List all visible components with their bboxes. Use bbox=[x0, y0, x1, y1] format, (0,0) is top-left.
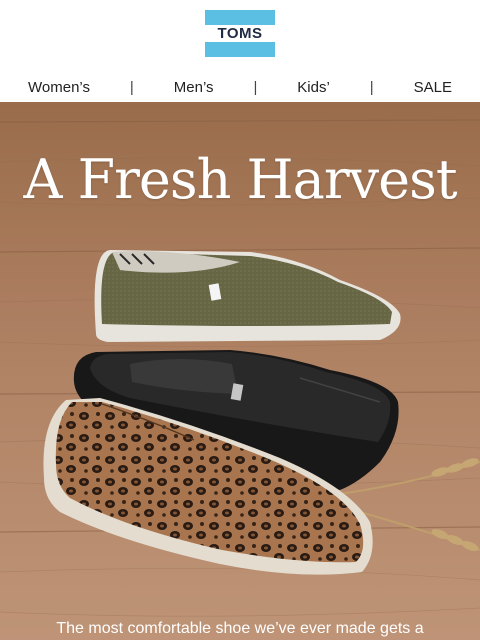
nav-separator: | bbox=[253, 78, 258, 96]
hero-title: A Fresh Harvest bbox=[23, 148, 457, 211]
nav-separator: | bbox=[369, 78, 374, 96]
nav-item-men[interactable]: Men’s bbox=[174, 79, 214, 96]
email-header: TOMS bbox=[0, 0, 480, 72]
main-nav: Women’s | Men’s | Kids’ | SALE bbox=[0, 72, 480, 102]
nav-item-women[interactable]: Women’s bbox=[28, 79, 90, 96]
hero-banner[interactable]: A Fresh Harvest The most comfortable sho… bbox=[0, 102, 480, 640]
nav-separator: | bbox=[129, 78, 134, 96]
nav-item-sale[interactable]: SALE bbox=[414, 79, 452, 96]
hero-caption: The most comfortable shoe we’ve ever mad… bbox=[56, 620, 424, 637]
logo-text: TOMS bbox=[217, 25, 263, 42]
toms-logo[interactable]: TOMS bbox=[205, 10, 275, 57]
nav-item-kids[interactable]: Kids’ bbox=[297, 79, 330, 96]
